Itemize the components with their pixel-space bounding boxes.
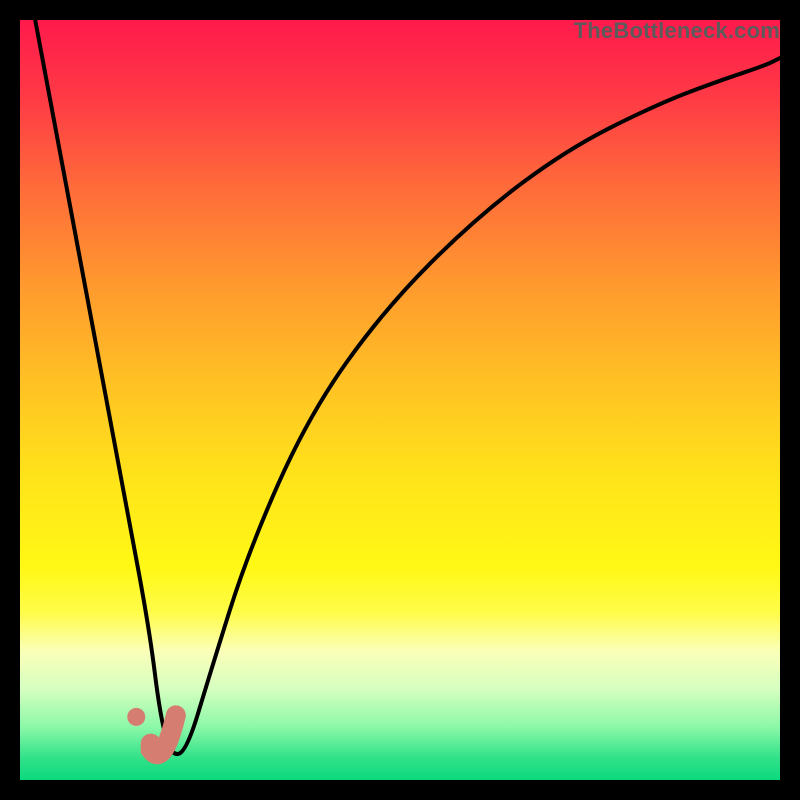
gradient-background bbox=[20, 20, 780, 780]
chart-frame: TheBottleneck.com bbox=[20, 20, 780, 780]
bottleneck-plot bbox=[20, 20, 780, 780]
watermark-text: TheBottleneck.com bbox=[574, 18, 780, 44]
operating-point-dot-icon bbox=[127, 708, 145, 726]
